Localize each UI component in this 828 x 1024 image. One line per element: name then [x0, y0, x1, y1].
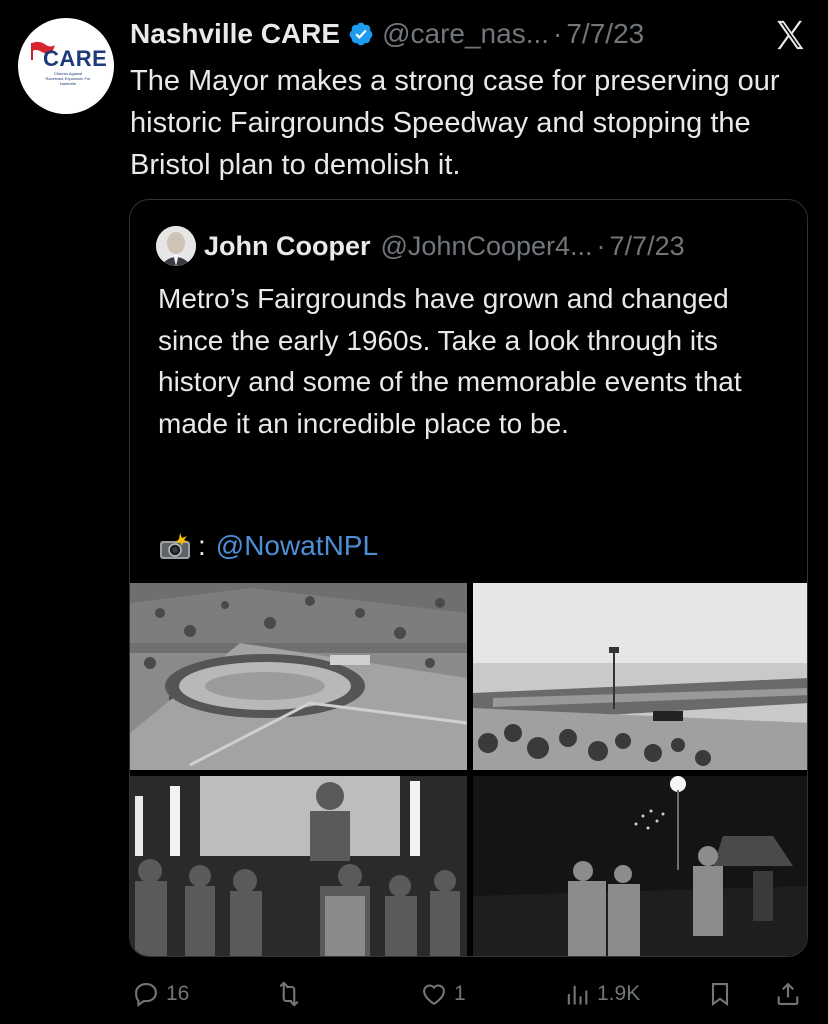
- verified-badge-icon: [349, 22, 373, 46]
- reply-icon: [135, 983, 157, 1008]
- avatar-logo-subtext: Citizens Against Racetrack Expansion For…: [45, 71, 91, 86]
- reply-count: 16: [166, 982, 190, 1005]
- author-handle[interactable]: @care_nas...: [382, 18, 549, 50]
- reply-button[interactable]: 16: [132, 972, 189, 1016]
- fireworks-night-photo[interactable]: [473, 776, 807, 956]
- separator-dot: ·: [553, 18, 563, 49]
- bookmark-icon: [711, 983, 729, 1006]
- separator-dot: ·: [596, 230, 606, 261]
- x-logo-icon[interactable]: [772, 18, 808, 52]
- avatar-logo-text: CARE: [43, 46, 108, 71]
- author-name[interactable]: Nashville CARE: [130, 18, 340, 50]
- camera-flash-icon: [160, 533, 190, 559]
- quoted-tweet[interactable]: John Cooper @JohnCooper4... · 7/7/23 Met…: [129, 199, 808, 957]
- views-count: 1.9K: [597, 982, 641, 1005]
- aerial-speedway-photo[interactable]: [130, 583, 467, 770]
- race-crowd-photo[interactable]: [473, 583, 807, 770]
- credit-separator: :: [198, 530, 206, 561]
- photo-grid: [130, 583, 807, 956]
- mention-link[interactable]: @NowatNPL: [216, 526, 378, 566]
- like-button[interactable]: 1: [420, 972, 466, 1016]
- tweet-actions: 16 1 1.9K: [0, 972, 828, 1016]
- quoted-tweet-header: John Cooper @JohnCooper4... · 7/7/23: [156, 224, 685, 268]
- repost-icon: [279, 981, 299, 1007]
- like-count: 1: [454, 982, 466, 1005]
- repost-button[interactable]: [275, 972, 309, 1016]
- tweet-header: Nashville CARE @care_nas... · 7/7/23: [130, 14, 644, 54]
- photo-credit: : @NowatNPL: [158, 526, 378, 566]
- views-button[interactable]: 1.9K: [563, 972, 640, 1016]
- tweet-text: The Mayor makes a strong case for preser…: [130, 65, 780, 181]
- heart-icon: [423, 984, 445, 1006]
- quoted-tweet-text: Metro’s Fairgrounds have grown and chang…: [158, 283, 742, 439]
- quoted-author-handle[interactable]: @JohnCooper4...: [381, 231, 593, 262]
- share-button[interactable]: [774, 972, 802, 1016]
- fair-crowd-photo[interactable]: [130, 776, 467, 956]
- views-icon: [567, 985, 588, 1005]
- share-icon: [777, 982, 799, 1005]
- tweet-date[interactable]: 7/7/23: [566, 18, 644, 50]
- bookmark-button[interactable]: [706, 972, 734, 1016]
- quoted-author-name[interactable]: John Cooper: [204, 231, 371, 262]
- quoted-author-avatar: [156, 226, 196, 266]
- quoted-tweet-date[interactable]: 7/7/23: [610, 231, 685, 262]
- author-avatar[interactable]: CARE Citizens Against Racetrack Expansio…: [18, 18, 114, 114]
